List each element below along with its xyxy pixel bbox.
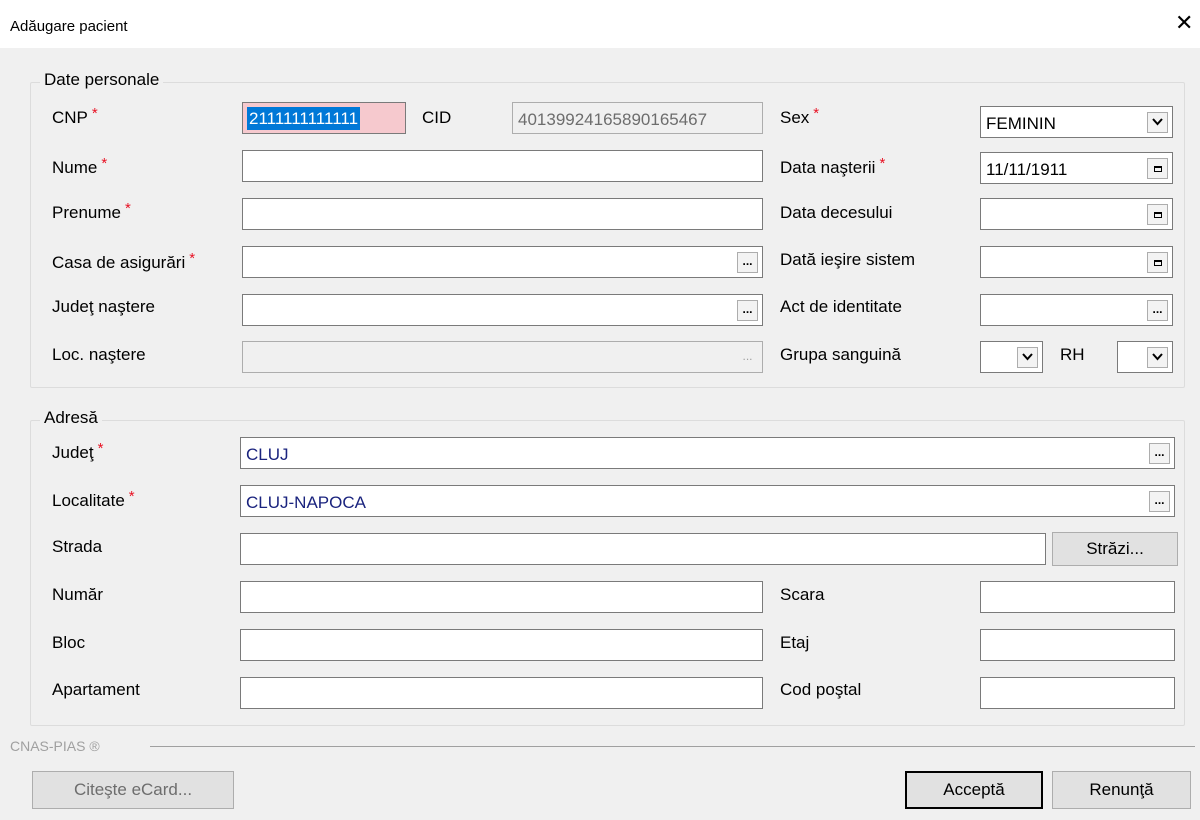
- chevron-down-icon: [1152, 118, 1163, 126]
- etaj-label: Etaj: [780, 633, 810, 652]
- bloc-input[interactable]: [240, 629, 763, 661]
- cnp-label: CNP *: [52, 105, 98, 127]
- grupa-sanguina-label: Grupa sanguină: [780, 345, 901, 364]
- cod-postal-input[interactable]: [980, 677, 1175, 709]
- localitate-label: Localitate *: [52, 488, 135, 510]
- rh-select[interactable]: [1117, 341, 1173, 373]
- casa-asigurari-browse-button[interactable]: ...: [737, 252, 758, 273]
- required-mark: *: [189, 250, 196, 267]
- scara-label: Scara: [780, 585, 825, 604]
- strada-label: Strada: [52, 537, 103, 556]
- sex-select[interactable]: FEMININ: [980, 106, 1173, 138]
- judet-value: CLUJ: [246, 445, 289, 464]
- etaj-input[interactable]: [980, 629, 1175, 661]
- data-nasterii-input[interactable]: 11/11/1911: [980, 152, 1173, 184]
- loc-nastere-label: Loc. naştere: [52, 345, 146, 364]
- act-identitate-input[interactable]: ...: [980, 294, 1173, 326]
- prenume-input[interactable]: [242, 198, 763, 230]
- brand-label: CNAS-PIAS ®: [10, 738, 104, 754]
- data-iesire-label: Dată ieşire sistem: [780, 250, 916, 269]
- cnp-selected-text: 2111111111111: [247, 107, 361, 130]
- data-nasterii-value: 11/11/1911: [986, 160, 1068, 179]
- required-mark: *: [128, 488, 135, 505]
- grupa-sanguina-dropdown-button[interactable]: [1017, 347, 1038, 368]
- cnp-input[interactable]: 2111111111111: [242, 102, 406, 134]
- cod-postal-label: Cod poştal: [780, 680, 862, 699]
- accept-button[interactable]: Acceptă: [905, 771, 1043, 809]
- casa-asigurari-label: Casa de asigurări *: [52, 250, 196, 272]
- data-decesului-input[interactable]: [980, 198, 1173, 230]
- localitate-input[interactable]: CLUJ-NAPOCA ...: [240, 485, 1175, 517]
- required-mark: *: [813, 105, 820, 122]
- chevron-down-icon: [1152, 353, 1163, 361]
- calendar-icon: [1154, 260, 1162, 266]
- sex-dropdown-button[interactable]: [1147, 112, 1168, 133]
- loc-nastere-input[interactable]: ...: [242, 341, 763, 373]
- bloc-label: Bloc: [52, 633, 86, 652]
- data-nasterii-label: Data naşterii *: [780, 155, 886, 177]
- cid-input[interactable]: 40139924165890165467: [512, 102, 763, 134]
- judet-label: Judeţ *: [52, 440, 104, 462]
- act-identitate-label: Act de identitate: [780, 297, 902, 316]
- strazi-button[interactable]: Străzi...: [1052, 532, 1178, 566]
- cid-value: 40139924165890165467: [518, 110, 708, 129]
- sex-value: FEMININ: [986, 114, 1056, 133]
- data-decesului-label: Data decesului: [780, 203, 893, 222]
- cancel-button[interactable]: Renunţă: [1052, 771, 1191, 809]
- calendar-icon: [1154, 212, 1162, 218]
- footer-divider: [150, 746, 1195, 747]
- casa-asigurari-input[interactable]: ...: [242, 246, 763, 278]
- data-decesului-calendar-button[interactable]: [1147, 204, 1168, 225]
- grupa-sanguina-select[interactable]: [980, 341, 1043, 373]
- required-mark: *: [91, 105, 98, 122]
- judet-browse-button[interactable]: ...: [1149, 443, 1170, 464]
- numar-label: Număr: [52, 585, 104, 604]
- scara-input[interactable]: [980, 581, 1175, 613]
- required-mark: *: [124, 200, 131, 217]
- apartament-label: Apartament: [52, 680, 140, 699]
- rh-dropdown-button[interactable]: [1147, 347, 1168, 368]
- loc-nastere-browse-button[interactable]: ...: [737, 347, 758, 368]
- rh-label: RH: [1060, 345, 1085, 364]
- strada-input[interactable]: [240, 533, 1046, 565]
- sex-label: Sex *: [780, 105, 820, 127]
- close-icon[interactable]: ✕: [1175, 12, 1193, 34]
- citeste-ecard-button[interactable]: Citeşte eCard...: [32, 771, 234, 809]
- address-group-title: Adresă: [40, 408, 102, 428]
- nume-label: Nume *: [52, 155, 108, 177]
- personal-data-group-title: Date personale: [40, 70, 164, 90]
- prenume-label: Prenume *: [52, 200, 131, 222]
- title-bar: Adăugare pacient ✕: [0, 0, 1200, 48]
- chevron-down-icon: [1022, 353, 1033, 361]
- localitate-value: CLUJ-NAPOCA: [246, 493, 366, 512]
- data-iesire-calendar-button[interactable]: [1147, 252, 1168, 273]
- judet-nastere-label: Judeţ naştere: [52, 297, 156, 316]
- data-iesire-input[interactable]: [980, 246, 1173, 278]
- judet-nastere-browse-button[interactable]: ...: [737, 300, 758, 321]
- localitate-browse-button[interactable]: ...: [1149, 491, 1170, 512]
- required-mark: *: [97, 440, 104, 457]
- window-title: Adăugare pacient: [10, 18, 128, 35]
- nume-input[interactable]: [242, 150, 763, 182]
- judet-input[interactable]: CLUJ ...: [240, 437, 1175, 469]
- data-nasterii-calendar-button[interactable]: [1147, 158, 1168, 179]
- apartament-input[interactable]: [240, 677, 763, 709]
- required-mark: *: [101, 155, 108, 172]
- judet-nastere-input[interactable]: ...: [242, 294, 763, 326]
- calendar-icon: [1154, 166, 1162, 172]
- numar-input[interactable]: [240, 581, 763, 613]
- cid-label: CID: [422, 108, 452, 127]
- act-identitate-browse-button[interactable]: ...: [1147, 300, 1168, 321]
- required-mark: *: [879, 155, 886, 172]
